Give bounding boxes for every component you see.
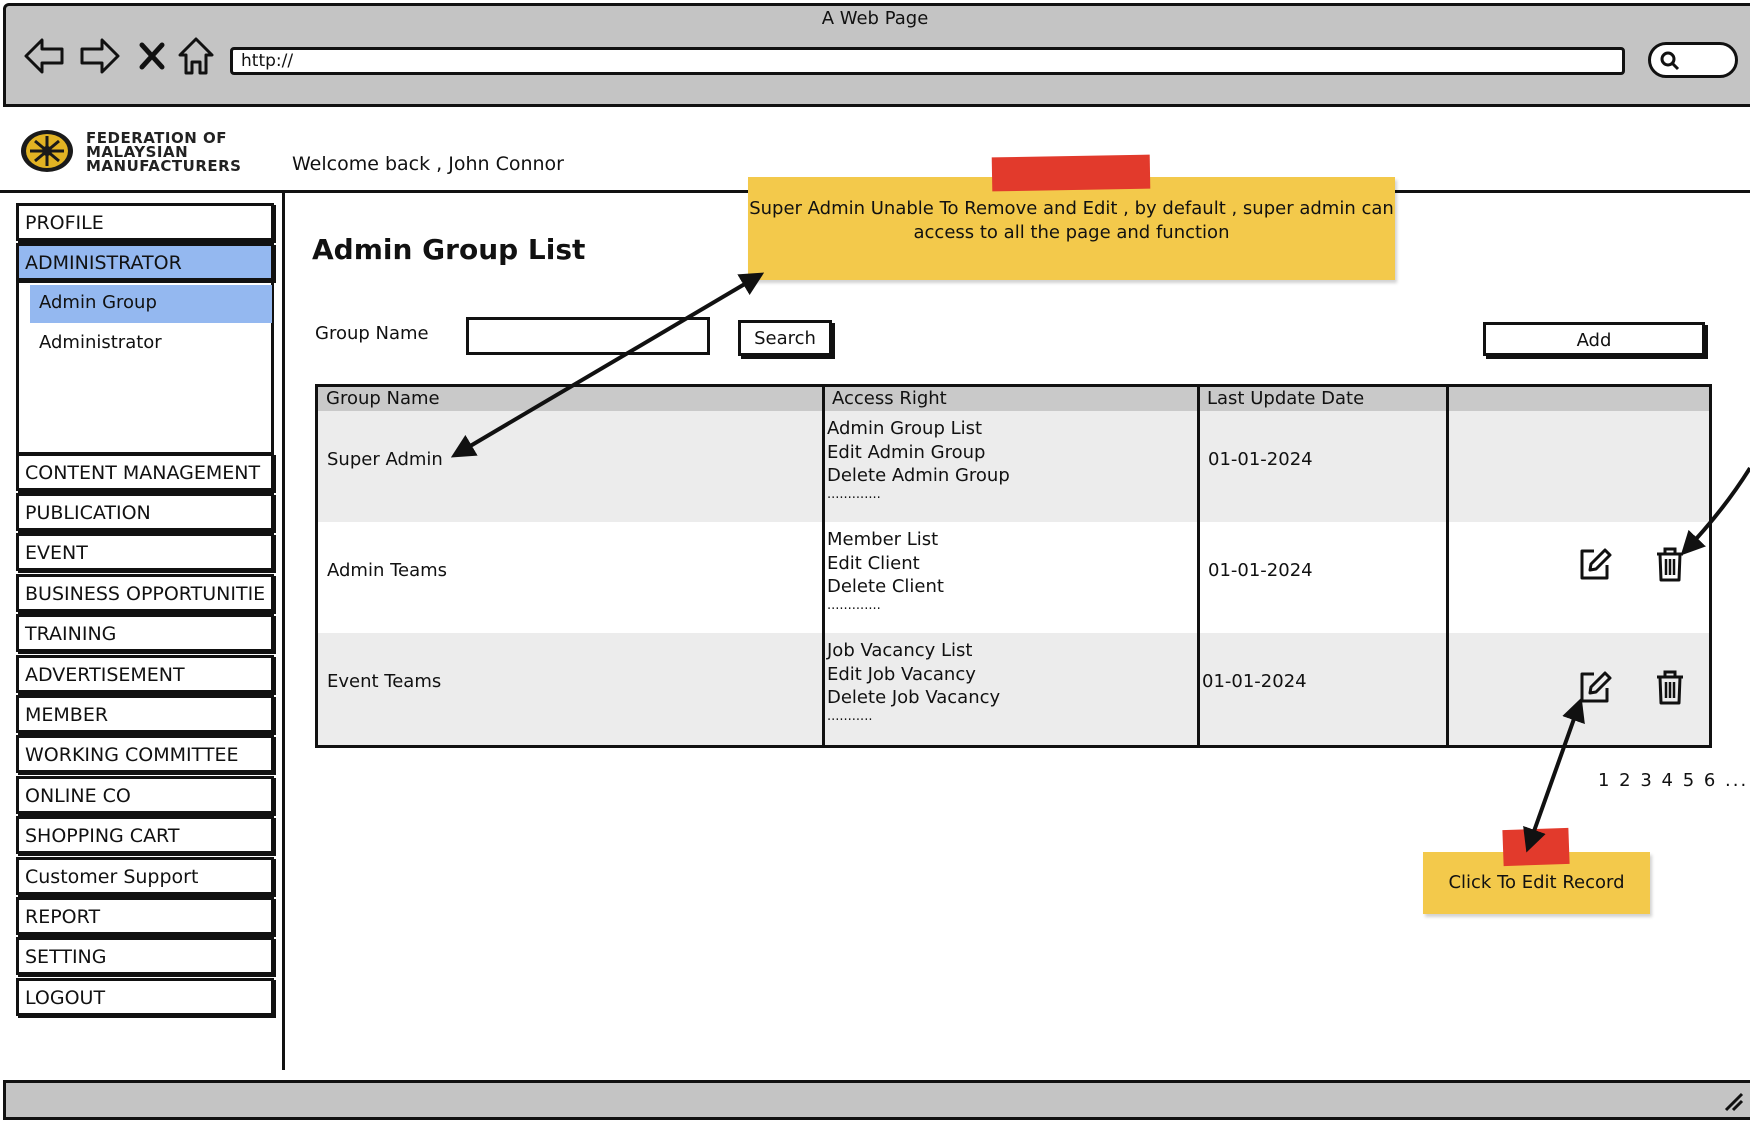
sidebar-item-training[interactable]: TRAINING bbox=[16, 614, 274, 652]
group-name-label: Group Name bbox=[315, 323, 429, 344]
url-input[interactable]: http:// bbox=[230, 47, 1625, 75]
column-header-access-right: Access Right bbox=[824, 387, 1199, 411]
back-arrow-icon[interactable] bbox=[20, 32, 68, 80]
edit-icon[interactable] bbox=[1575, 667, 1615, 707]
column-divider bbox=[1197, 387, 1200, 745]
forward-arrow-icon[interactable] bbox=[76, 32, 124, 80]
browser-status-bar bbox=[3, 1080, 1750, 1120]
sidebar-divider bbox=[282, 190, 285, 1070]
access-right-cell: Member List Edit Client Delete Client ..… bbox=[827, 529, 944, 613]
trash-icon[interactable] bbox=[1650, 667, 1690, 707]
sidebar-subitem-admin-group[interactable]: Admin Group bbox=[30, 285, 272, 323]
trash-icon[interactable] bbox=[1650, 544, 1690, 584]
edit-icon[interactable] bbox=[1575, 544, 1615, 584]
sidebar-item-logout[interactable]: LOGOUT bbox=[16, 978, 274, 1016]
fmm-emblem-icon bbox=[21, 130, 73, 172]
sidebar-item-publication[interactable]: PUBLICATION bbox=[16, 493, 274, 531]
access-right-cell: Job Vacancy List Edit Job Vacancy Delete… bbox=[827, 640, 1001, 724]
sidebar-item-customer-support[interactable]: Customer Support bbox=[16, 857, 274, 895]
admin-group-table: Group Name Access Right Last Update Date… bbox=[315, 384, 1712, 748]
welcome-message: Welcome back , John Connor bbox=[292, 153, 564, 175]
column-divider bbox=[822, 387, 825, 745]
sidebar-item-shopping-cart[interactable]: SHOPPING CART bbox=[16, 816, 274, 854]
sidebar-item-content-management[interactable]: CONTENT MANAGEMENT bbox=[16, 453, 274, 491]
window-title: A Web Page bbox=[821, 8, 929, 29]
table-row: Event Teams Job Vacancy List Edit Job Va… bbox=[318, 633, 1709, 745]
search-icon bbox=[1660, 51, 1680, 71]
sidebar-item-event[interactable]: EVENT bbox=[16, 533, 274, 571]
last-update-date-cell: 01-01-2024 bbox=[1208, 449, 1313, 470]
table-row: Super Admin Admin Group List Edit Admin … bbox=[318, 411, 1709, 522]
access-right-cell: Admin Group List Edit Admin Group Delete… bbox=[827, 418, 1010, 502]
sidebar-item-administrator[interactable]: ADMINISTRATOR bbox=[16, 243, 274, 281]
search-button[interactable]: Search bbox=[738, 320, 832, 356]
sticky-note-super-admin: Super Admin Unable To Remove and Edit , … bbox=[748, 177, 1395, 280]
fmm-logo[interactable]: FEDERATION OF MALAYSIAN MANUFACTURERS bbox=[20, 128, 280, 178]
group-name-cell: Super Admin bbox=[327, 449, 443, 470]
home-icon[interactable] bbox=[172, 32, 220, 80]
sidebar-item-setting[interactable]: SETTING bbox=[16, 937, 274, 975]
resize-handle-icon[interactable] bbox=[1722, 1090, 1746, 1114]
sidebar-subitem-administrator[interactable]: Administrator bbox=[30, 325, 272, 363]
sidebar-item-profile[interactable]: PROFILE bbox=[16, 203, 274, 241]
browser-search-field[interactable] bbox=[1648, 42, 1738, 78]
group-name-cell: Admin Teams bbox=[327, 560, 448, 581]
logo-text: FEDERATION OF MALAYSIAN MANUFACTURERS bbox=[86, 129, 242, 175]
column-header-last-update-date: Last Update Date bbox=[1199, 387, 1448, 411]
sidebar-item-member[interactable]: MEMBER bbox=[16, 695, 274, 733]
column-header-group-name: Group Name bbox=[318, 387, 824, 411]
group-name-cell: Event Teams bbox=[327, 671, 442, 692]
column-header-actions bbox=[1448, 387, 1709, 411]
last-update-date-cell: 01-01-2024 bbox=[1208, 560, 1313, 581]
group-name-input[interactable] bbox=[466, 317, 710, 355]
sidebar-item-online-co[interactable]: ONLINE CO bbox=[16, 776, 274, 814]
pagination[interactable]: 1 2 3 4 5 6 ... bbox=[1598, 770, 1748, 791]
sidebar-item-report[interactable]: REPORT bbox=[16, 897, 274, 935]
column-divider bbox=[1446, 387, 1449, 745]
sidebar-item-business-opportunitie[interactable]: BUSINESS OPPORTUNITIE bbox=[16, 574, 274, 612]
page-title: Admin Group List bbox=[312, 233, 586, 266]
tape-decoration bbox=[1502, 827, 1570, 867]
last-update-date-cell: 01-01-2024 bbox=[1202, 671, 1307, 692]
sidebar-item-working-committee[interactable]: WORKING COMMITTEE bbox=[16, 735, 274, 773]
table-row: Admin Teams Member List Edit Client Dele… bbox=[318, 522, 1709, 633]
add-button[interactable]: Add bbox=[1483, 322, 1705, 356]
tape-decoration bbox=[991, 154, 1151, 192]
sidebar-item-advertisement[interactable]: ADVERTISEMENT bbox=[16, 655, 274, 693]
close-x-icon[interactable] bbox=[128, 32, 176, 80]
